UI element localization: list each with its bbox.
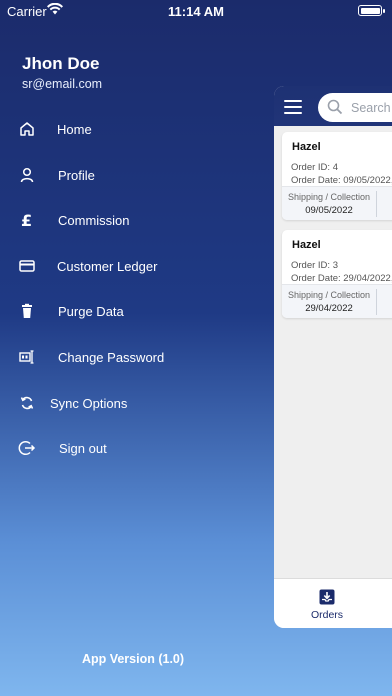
profile-header: Jhon Doe sr@email.com: [22, 54, 102, 91]
menu-item-label: Sign out: [59, 441, 107, 457]
order-list: Hazel Order ID: 4 Order Date: 09/05/2022…: [274, 126, 392, 578]
hamburger-line: [284, 112, 302, 114]
menu-item-home[interactable]: Home: [0, 108, 274, 154]
tab-bar: Orders: [274, 578, 392, 628]
sign-out-icon: [18, 439, 36, 457]
user-icon: [18, 166, 36, 184]
status-bar: Carrier 11:14 AM: [0, 0, 392, 22]
menu-item-label: Home: [57, 122, 92, 137]
menu-item-customer-ledger[interactable]: Customer Ledger: [0, 245, 274, 291]
shipping-label: Shipping / Collection: [288, 290, 371, 300]
order-date: Order Date: 29/04/2022,: [291, 273, 392, 284]
menu-item-label: Profile: [58, 167, 95, 183]
hamburger-line: [284, 106, 302, 108]
search-icon: [327, 99, 343, 115]
shipping-date: 29/04/2022: [305, 303, 353, 314]
menu-item-label: Commission: [58, 213, 130, 229]
shipping-section: Shipping / Collection 09/05/2022: [282, 186, 392, 220]
menu-item-label: Customer Ledger: [57, 258, 158, 274]
clock: 11:14 AM: [168, 4, 224, 19]
shipping-label: Shipping / Collection: [288, 192, 371, 202]
order-card[interactable]: Hazel Order ID: 4 Order Date: 09/05/2022…: [282, 132, 392, 220]
menu-item-purge-data[interactable]: Purge Data: [0, 290, 274, 336]
inbox-download-icon: [318, 588, 336, 606]
menu-item-profile[interactable]: Profile: [0, 154, 274, 200]
home-icon: [18, 120, 36, 138]
customer-name: Hazel: [292, 239, 321, 251]
tab-label: Orders: [310, 609, 344, 621]
user-email: sr@email.com: [22, 77, 103, 91]
svg-text:£: £: [21, 211, 32, 229]
pound-icon: £: [18, 211, 36, 230]
order-date: Order Date: 09/05/2022,: [291, 175, 392, 186]
tab-orders[interactable]: Orders: [302, 588, 352, 621]
customer-name: Hazel: [292, 141, 321, 153]
search-placeholder: Search: [351, 101, 391, 115]
trash-icon: [18, 302, 36, 320]
shipping-date: 09/05/2022: [305, 205, 353, 216]
menu-item-label: Sync Options: [50, 395, 128, 411]
menu-item-commission[interactable]: £ Commission: [0, 199, 274, 245]
battery-icon: [358, 5, 385, 16]
menu-item-sync-options[interactable]: Sync Options: [0, 382, 274, 428]
order-card[interactable]: Hazel Order ID: 3 Order Date: 29/04/2022…: [282, 230, 392, 318]
hamburger-line: [284, 100, 302, 102]
menu-item-sign-out[interactable]: Sign out: [0, 427, 274, 473]
order-id: Order ID: 4: [291, 162, 338, 173]
search-input[interactable]: Search: [318, 93, 392, 122]
menu-item-change-password[interactable]: Change Password: [0, 336, 274, 382]
menu-item-label: Purge Data: [58, 304, 124, 320]
drawer-menu: Home Profile £ Commission Customer Ledge…: [0, 108, 274, 473]
divider: [376, 289, 377, 315]
menu-item-label: Change Password: [58, 349, 165, 365]
credit-card-icon: [18, 257, 36, 275]
password-icon: [18, 348, 36, 366]
divider: [376, 191, 377, 217]
menu-toggle-button[interactable]: [284, 100, 302, 114]
app-version: App Version (1.0): [81, 652, 185, 666]
order-id: Order ID: 3: [291, 260, 338, 271]
user-name: Jhon Doe: [22, 54, 100, 73]
shipping-section: Shipping / Collection 29/04/2022: [282, 284, 392, 318]
sync-icon: [18, 394, 36, 412]
